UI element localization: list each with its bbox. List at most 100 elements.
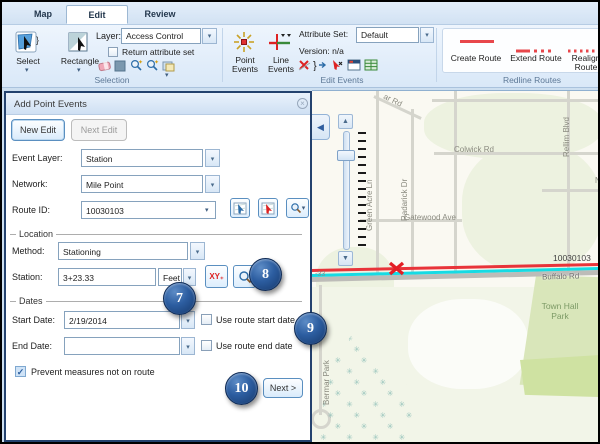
next-step-button[interactable]: Next > [263,378,303,398]
line-events-button[interactable]: Line Events [262,56,300,74]
zoom-slider-track[interactable] [343,131,350,250]
route-id-map-label: 10030103 [553,253,591,263]
zoom-slider-thumb[interactable] [337,150,355,161]
select-caret-icon[interactable]: ▾ [25,67,29,74]
tab-edit[interactable]: Edit [66,5,128,24]
delete-event-icon[interactable] [297,58,311,71]
callout-9-badge: 9 [294,312,327,345]
zoom-to-selection-icon[interactable]: ✦ [129,59,143,72]
create-route-button[interactable]: Create Route [445,54,507,63]
use-route-end-date-checkbox[interactable] [201,340,212,351]
attribute-set-combobox[interactable]: Default [356,27,419,43]
move-event-icon[interactable] [330,58,344,71]
route-id-caret-icon[interactable]: ▾ [205,207,209,214]
select-button[interactable]: Select [6,57,50,66]
end-date-dropdown-button[interactable]: ▾ [181,337,195,355]
buffalo-road-label: Buffalo Rd [542,272,579,282]
return-attribute-set-label: Return attribute set [122,47,194,57]
street-label: Radarick Dr [400,153,409,221]
route-search-dropdown-button[interactable]: ▾ [286,198,309,218]
method-dropdown-button[interactable]: ▾ [190,242,205,260]
collapse-panel-tab[interactable]: ◀ [312,114,330,140]
select-tool-icon[interactable]: } [14,29,42,57]
point-event-x-marker [388,261,405,281]
redline-routes-group-label: Redline Routes [480,75,584,85]
realign-route-button[interactable]: Realign Route [564,54,600,72]
network-combobox[interactable]: Mile Point [81,175,203,193]
selection-fill-icon[interactable] [113,59,127,72]
xy-coordinates-button[interactable]: XY₊ [205,265,228,288]
street-label: N [595,176,600,185]
attribute-set-dropdown-button[interactable]: ▾ [420,27,434,43]
road [376,91,379,273]
realign-route-icon[interactable] [568,40,600,43]
station-label: Station: [12,272,43,282]
rectangle-tool-icon[interactable] [66,29,94,57]
map-canvas[interactable]: Town Hall Park ✳ ✳ ✳ ✳ ✳ ✳ ✳ ✳ ✳ ✳ ✳ ✳ ✳… [312,90,600,444]
zoom-out-button[interactable]: ▼ [338,251,353,266]
start-date-label: Start Date: [12,315,55,325]
app-window: Map Edit Review } Select ▾ Rectangle ▾ L… [0,0,600,444]
end-date-input[interactable] [64,337,180,355]
svg-text:✦: ✦ [138,59,143,66]
street-label: Rellim Blvd [562,95,571,157]
return-attribute-set-checkbox[interactable] [108,47,118,57]
attribute-set-label: Attribute Set: [299,29,348,39]
new-edit-button[interactable]: New Edit [11,119,65,141]
callout-10-badge: 10 [225,372,258,405]
route-id-combobox[interactable]: 10030103 [81,201,216,219]
selection-layers-caret-icon[interactable]: ▾ [165,72,169,79]
point-events-icon[interactable] [232,30,256,54]
selection-layers-icon[interactable] [161,59,175,72]
street-label: Green Acre Ln [365,151,374,231]
route-id-label: Route ID: [12,205,50,215]
zoom-next-selection-icon[interactable]: ✦ [145,59,159,72]
attributes-window-icon[interactable] [347,58,361,71]
network-label: Network: [12,179,48,189]
point-events-button[interactable]: Point Events [226,56,264,74]
create-route-icon[interactable] [460,40,494,43]
layer-combobox[interactable]: Access Control [121,28,201,44]
event-table-icon[interactable] [364,58,378,71]
use-route-end-date-label: Use route end date [216,341,293,351]
route-search-caret-icon: ▾ [302,205,306,212]
prevent-measures-checkbox[interactable]: ✓ [15,366,26,377]
station-input[interactable]: 3+23.33 [58,268,156,286]
tab-review[interactable]: Review [130,5,190,24]
park-polygon [520,355,600,397]
edit-events-group-label: Edit Events [310,75,374,85]
tab-map[interactable]: Map [20,5,66,24]
dates-group-label: Dates [16,296,46,306]
svg-text:}: } [36,35,39,45]
extend-route-button[interactable]: Extend Route [508,54,564,63]
end-date-label: End Date: [12,341,52,351]
selection-group-label: Selection [62,75,162,85]
event-layer-combobox[interactable]: Station [81,149,203,167]
zoom-in-button[interactable]: ▲ [338,114,353,129]
select-route-on-map-button[interactable] [230,198,250,218]
road [432,99,600,102]
merge-events-icon[interactable]: } [313,58,327,71]
ribbon-divider [436,28,437,82]
svg-text:}: } [313,60,317,71]
start-date-input[interactable]: 2/19/2014 [64,311,180,329]
zoom-slider-ticks [358,132,366,249]
road [454,91,457,273]
event-layer-dropdown-button[interactable]: ▾ [205,149,220,167]
clear-selection-eraser-icon[interactable] [97,59,111,72]
clear-route-selection-button[interactable] [258,198,278,218]
street-label: Colwick Rd [454,145,494,154]
layer-dropdown-button[interactable]: ▾ [202,28,217,44]
callout-8-badge: 8 [249,258,282,291]
close-icon[interactable]: × [297,98,308,109]
use-route-start-date-checkbox[interactable] [201,314,212,325]
event-layer-label: Event Layer: [12,153,63,163]
ribbon-divider [222,28,223,82]
collapse-left-icon: ◀ [317,122,324,133]
method-combobox[interactable]: Stationing [58,242,188,260]
network-dropdown-button[interactable]: ▾ [205,175,220,193]
rectangle-caret-icon[interactable]: ▾ [77,67,81,74]
extend-route-icon[interactable] [516,40,554,43]
svg-text:✦: ✦ [154,59,159,66]
line-events-icon[interactable] [268,30,294,54]
